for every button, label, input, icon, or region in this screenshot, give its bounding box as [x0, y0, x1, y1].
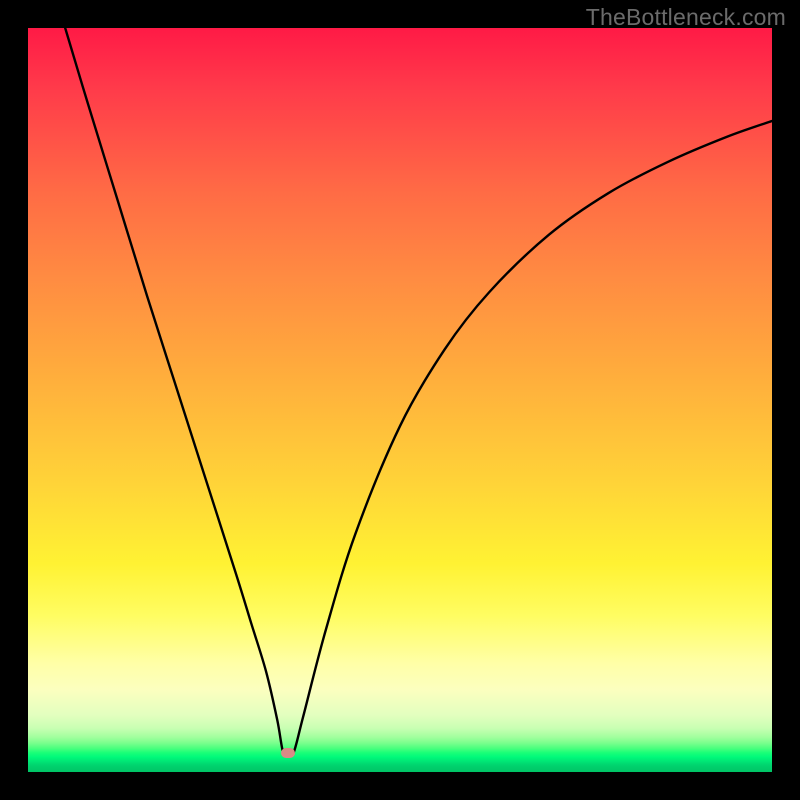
bottleneck-curve [28, 28, 772, 772]
optimal-point-marker [281, 748, 295, 758]
watermark-text: TheBottleneck.com [586, 4, 786, 31]
plot-area [28, 28, 772, 772]
curve-path [65, 28, 772, 755]
chart-container: TheBottleneck.com [0, 0, 800, 800]
